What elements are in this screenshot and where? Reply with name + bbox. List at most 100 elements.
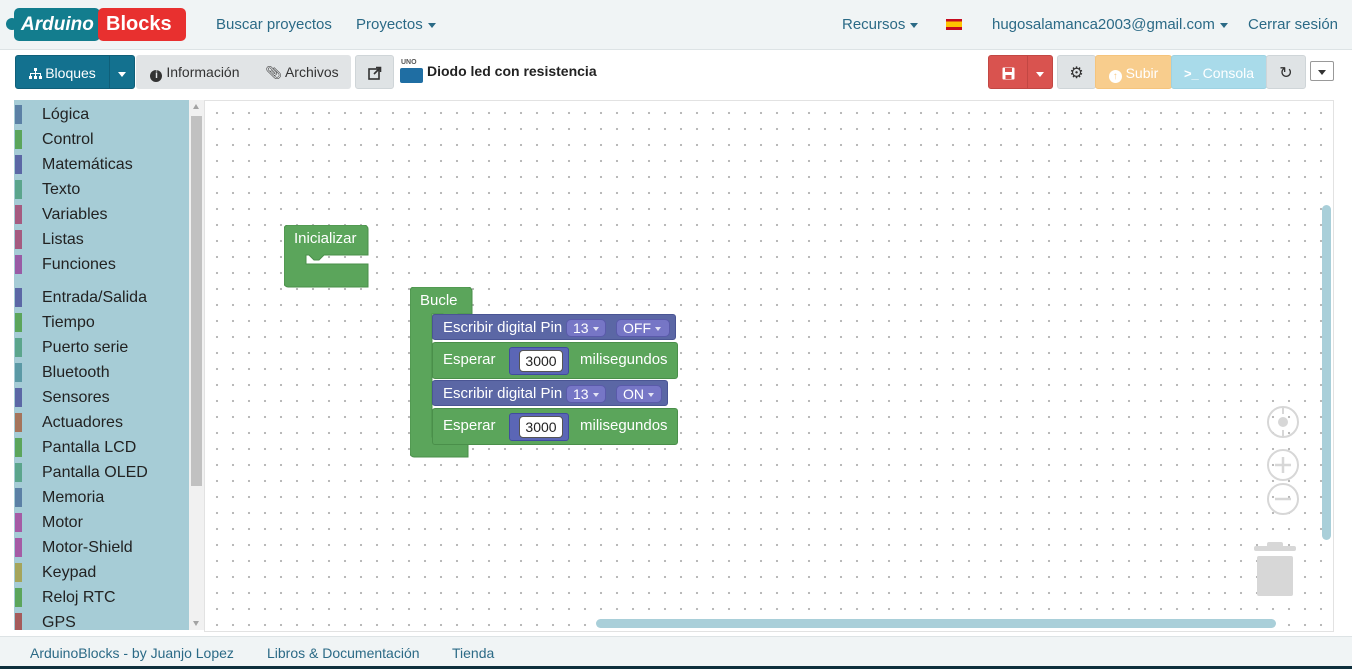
chevron-down-icon: [1318, 69, 1326, 75]
category-color: [15, 230, 22, 249]
toolbox-item-variables[interactable]: Variables: [14, 202, 189, 227]
trash-lid: [1254, 546, 1296, 551]
toolbox-item-tiempo[interactable]: Tiempo: [14, 310, 189, 335]
console-button[interactable]: >_ Consola: [1171, 55, 1267, 89]
toolbox-item-reloj-rtc[interactable]: Reloj RTC: [14, 585, 189, 610]
pin-dropdown[interactable]: 13: [566, 385, 606, 403]
toolbox-item-pantalla-oled[interactable]: Pantalla OLED: [14, 460, 189, 485]
spain-flag-icon[interactable]: [946, 19, 962, 30]
category-color: [15, 205, 22, 224]
toolbox-scrollbar-thumb[interactable]: [191, 116, 202, 486]
arduinoblocks-logo[interactable]: Arduino Blocks: [6, 7, 188, 43]
nav-user-dropdown[interactable]: hugosalamanca2003@gmail.com: [992, 0, 1228, 50]
state-value: ON: [623, 386, 644, 402]
toolbox-item-label: Matemáticas: [42, 156, 133, 173]
toolbox-item-control[interactable]: Control: [14, 127, 189, 152]
workspace-horizontal-scrollbar[interactable]: [596, 619, 1276, 628]
delay-unit-label: milisegundos: [580, 351, 668, 368]
pin-dropdown[interactable]: 13: [566, 319, 606, 337]
files-button[interactable]: 📎︎ Archivos: [258, 55, 346, 89]
delay-value-input[interactable]: 3000: [519, 416, 563, 438]
toolbox-item-entrada-salida[interactable]: Entrada/Salida: [14, 285, 189, 310]
info-button-label: Información: [166, 64, 240, 80]
toolbox-item-label: Entrada/Salida: [42, 289, 147, 306]
nav-logout[interactable]: Cerrar sesión: [1248, 0, 1338, 50]
nav-search-projects[interactable]: Buscar proyectos: [216, 0, 332, 50]
toolbox-item-actuadores[interactable]: Actuadores: [14, 410, 189, 435]
toolbox-item-label: Motor-Shield: [42, 539, 133, 556]
toolbox-item-funciones[interactable]: Funciones: [14, 252, 189, 277]
toolbox-scrollbar[interactable]: [189, 100, 204, 630]
logo-text-arduino: Arduino: [14, 8, 100, 41]
share-button[interactable]: [355, 55, 394, 89]
toolbox-item-label: GPS: [42, 614, 76, 630]
top-navbar: Arduino Blocks Buscar proyectos Proyecto…: [0, 0, 1352, 50]
files-button-label: Archivos: [284, 64, 339, 80]
chevron-down-icon: [1219, 22, 1228, 28]
toolbox-item-motor-shield[interactable]: Motor-Shield: [14, 535, 189, 560]
state-dropdown[interactable]: OFF: [616, 319, 670, 337]
blockly-workspace[interactable]: Inicializar Bucle Escribir digital Pin 1…: [204, 100, 1334, 632]
category-color: [15, 255, 22, 274]
nav-projects-dropdown[interactable]: Proyectos: [356, 0, 436, 50]
toolbox-item-label: Lógica: [42, 106, 90, 123]
panel-toggle-dropdown[interactable]: [1310, 61, 1334, 81]
share-icon: [367, 66, 381, 80]
delay-block[interactable]: Esperar 3000 milisegundos: [432, 342, 678, 379]
state-dropdown[interactable]: ON: [616, 385, 662, 403]
refresh-icon: ↻: [1279, 65, 1293, 82]
delay-value-input[interactable]: 3000: [519, 350, 563, 372]
toolbox-item-puerto-serie[interactable]: Puerto serie: [14, 335, 189, 360]
toolbox-item-label: Puerto serie: [42, 339, 129, 356]
toolbox-item-memoria[interactable]: Memoria: [14, 485, 189, 510]
category-color: [15, 488, 22, 507]
zoom-reset-button[interactable]: [1267, 406, 1299, 438]
upload-icon: ↑: [1108, 70, 1122, 83]
chevron-down-icon: [592, 393, 599, 398]
zoom-in-button[interactable]: [1267, 449, 1299, 481]
toolbox-item-gps[interactable]: GPS: [14, 610, 189, 630]
minus-icon: [1275, 497, 1291, 501]
toolbox-item-sensores[interactable]: Sensores: [14, 385, 189, 410]
delay-block[interactable]: Esperar 3000 milisegundos: [432, 408, 678, 445]
terminal-icon: >_: [1183, 66, 1199, 81]
zoom-out-button[interactable]: [1267, 483, 1299, 515]
toolbox-item-label: Actuadores: [42, 414, 123, 431]
toolbox-item-matematicas[interactable]: Matemáticas: [14, 152, 189, 177]
toolbox-item-label: Reloj RTC: [42, 589, 116, 606]
toolbox-item-motor[interactable]: Motor: [14, 510, 189, 535]
toolbox-item-listas[interactable]: Listas: [14, 227, 189, 252]
category-color: [15, 463, 22, 482]
blocks-button[interactable]: Bloques: [15, 55, 110, 89]
toolbox-item-logica[interactable]: Lógica: [14, 102, 189, 127]
info-button[interactable]: i Información: [140, 55, 250, 89]
toolbox-item-bluetooth[interactable]: Bluetooth: [14, 360, 189, 385]
save-dropdown-toggle[interactable]: [1027, 55, 1053, 89]
settings-button[interactable]: ⚙︎: [1057, 55, 1096, 89]
category-color: [15, 288, 22, 307]
upload-button[interactable]: ↑ Subir: [1095, 55, 1172, 89]
refresh-button[interactable]: ↻: [1266, 55, 1306, 89]
upload-button-label: Subir: [1125, 65, 1159, 81]
board-uno-icon[interactable]: UNO: [400, 59, 424, 85]
category-color: [15, 513, 22, 532]
scroll-down-arrow-icon[interactable]: [193, 621, 199, 626]
toolbox-item-pantalla-lcd[interactable]: Pantalla LCD: [14, 435, 189, 460]
nav-resources-dropdown[interactable]: Recursos: [842, 0, 919, 50]
category-color: [15, 563, 22, 582]
workspace-vertical-scrollbar[interactable]: [1322, 205, 1331, 540]
toolbox-item-label: Keypad: [42, 564, 97, 581]
digital-write-block[interactable]: Escribir digital Pin 13 ON: [432, 380, 668, 406]
scroll-up-arrow-icon[interactable]: [193, 104, 199, 109]
save-button[interactable]: [988, 55, 1028, 89]
page-footer: ArduinoBlocks - by Juanjo Lopez Libros &…: [0, 636, 1352, 669]
toolbox-item-label: Listas: [42, 231, 84, 248]
category-color: [15, 613, 22, 630]
toolbox-item-keypad[interactable]: Keypad: [14, 560, 189, 585]
project-title: Diodo led con resistencia: [427, 63, 597, 79]
chevron-down-icon: [427, 22, 436, 28]
digital-write-block[interactable]: Escribir digital Pin 13 OFF: [432, 314, 676, 340]
chevron-down-icon: [118, 71, 126, 77]
blocks-dropdown-toggle[interactable]: [109, 55, 135, 89]
toolbox-item-texto[interactable]: Texto: [14, 177, 189, 202]
